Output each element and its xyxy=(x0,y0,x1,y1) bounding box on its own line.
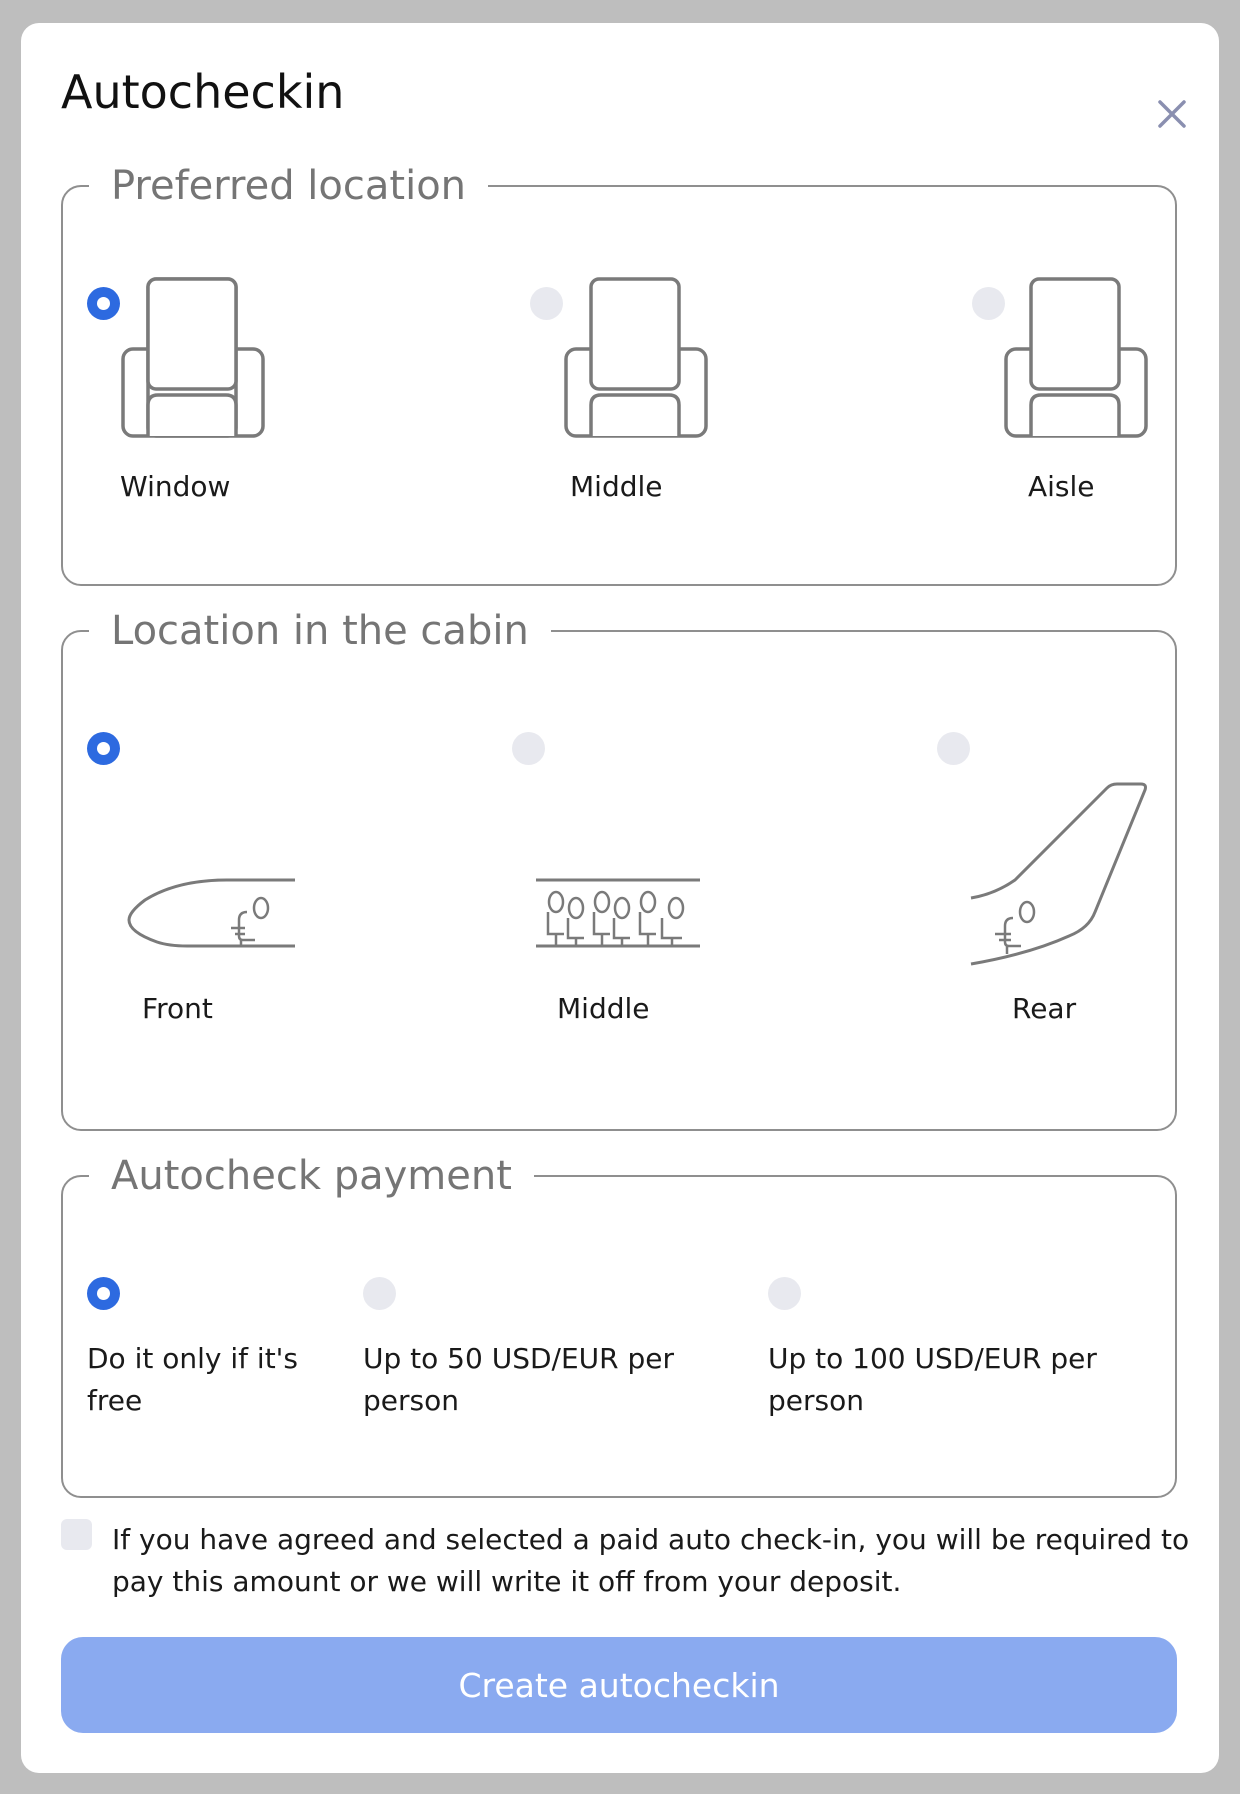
dialog-title: Autocheckin xyxy=(61,65,345,119)
radio-free[interactable] xyxy=(87,1277,120,1310)
seat-label-window: Window xyxy=(120,470,231,503)
cabin-location-group: Location in the cabin Front Middle Rear xyxy=(61,605,1177,1131)
cabin-option-rear[interactable]: Rear xyxy=(937,732,1177,1072)
preferred-location-legend: Preferred location xyxy=(89,160,489,212)
cabin-option-middle[interactable]: Middle xyxy=(512,732,812,1072)
seat-icon xyxy=(1004,277,1148,439)
cabin-label-front: Front xyxy=(142,992,213,1025)
radio-seat-middle[interactable] xyxy=(530,287,563,320)
payment-option-50[interactable]: Up to 50 USD/EUR per person xyxy=(363,1277,723,1447)
agreement-checkbox[interactable] xyxy=(61,1519,92,1550)
cabin-option-front[interactable]: Front xyxy=(87,732,387,1072)
payment-label-100: Up to 100 USD/EUR per person xyxy=(768,1342,1097,1417)
seat-option-middle[interactable]: Middle xyxy=(530,277,830,537)
radio-50[interactable] xyxy=(363,1277,396,1310)
seat-icon xyxy=(121,277,265,439)
payment-label-free: Do it only if it's free xyxy=(87,1342,298,1417)
payment-legend: Autocheck payment xyxy=(89,1150,534,1202)
payment-label-50: Up to 50 USD/EUR per person xyxy=(363,1342,675,1417)
radio-aisle[interactable] xyxy=(972,287,1005,320)
close-icon xyxy=(1158,100,1186,128)
radio-cabin-middle[interactable] xyxy=(512,732,545,765)
seat-label-middle: Middle xyxy=(570,470,663,503)
payment-option-free[interactable]: Do it only if it's free xyxy=(87,1277,347,1447)
close-button[interactable] xyxy=(1151,93,1193,135)
payment-option-100[interactable]: Up to 100 USD/EUR per person xyxy=(768,1277,1148,1447)
autocheckin-dialog: Autocheckin Preferred location Window Mi… xyxy=(21,23,1219,1773)
radio-rear[interactable] xyxy=(937,732,970,765)
seat-icon xyxy=(564,277,708,439)
cabin-label-rear: Rear xyxy=(1012,992,1077,1025)
radio-window[interactable] xyxy=(87,287,120,320)
plane-front-icon xyxy=(127,872,295,962)
agreement-text: If you have agreed and selected a paid a… xyxy=(112,1523,1190,1598)
seat-option-window[interactable]: Window xyxy=(87,277,387,537)
create-autocheckin-button[interactable]: Create autocheckin xyxy=(61,1637,1177,1733)
payment-group: Autocheck payment Do it only if it's fre… xyxy=(61,1150,1177,1498)
seat-label-aisle: Aisle xyxy=(1028,470,1095,503)
cabin-label-middle: Middle xyxy=(557,992,650,1025)
preferred-location-group: Preferred location Window Middle Aisle xyxy=(61,160,1177,586)
plane-middle-icon xyxy=(534,872,702,962)
cabin-location-legend: Location in the cabin xyxy=(89,605,551,657)
plane-rear-icon xyxy=(969,782,1147,966)
seat-option-aisle[interactable]: Aisle xyxy=(972,277,1172,537)
radio-front[interactable] xyxy=(87,732,120,765)
radio-100[interactable] xyxy=(768,1277,801,1310)
